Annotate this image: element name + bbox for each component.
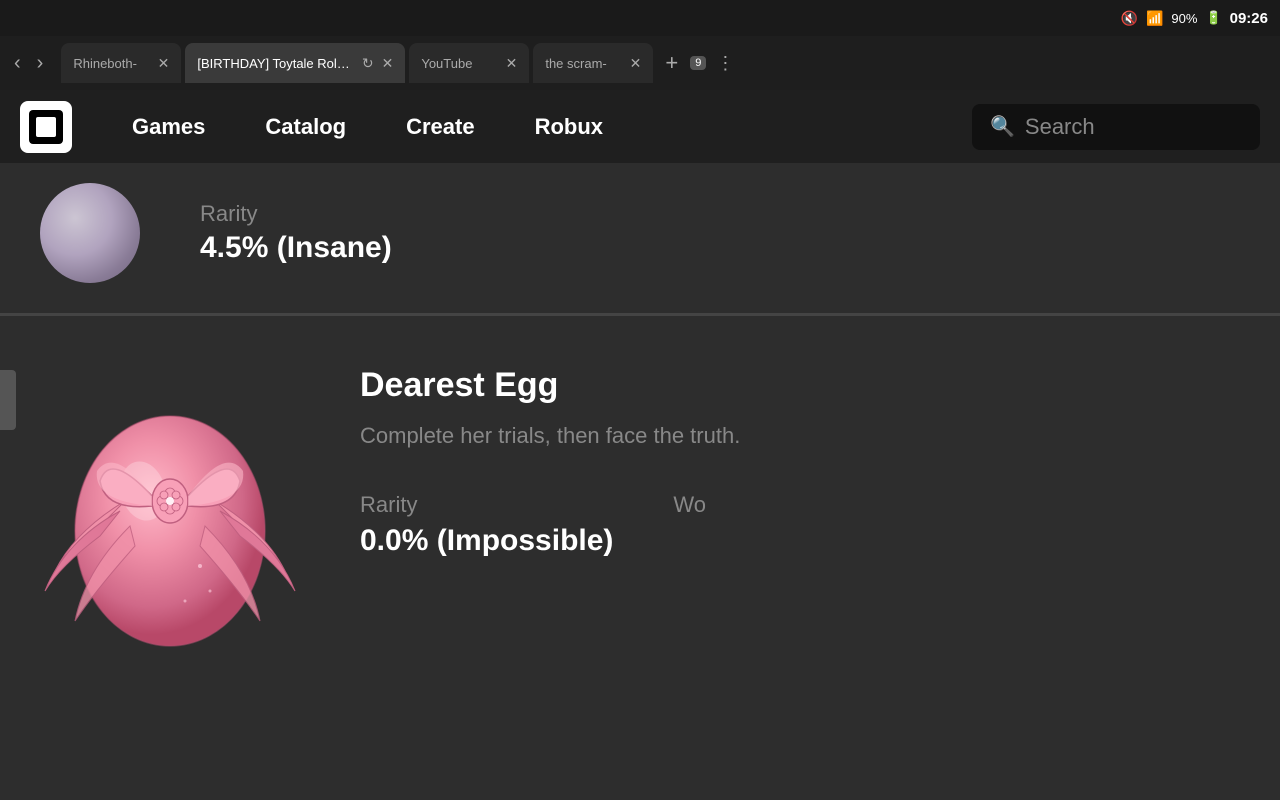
battery-icon: 90% — [1171, 11, 1197, 26]
rarity-stat-value: 0.0% (Impossible) — [360, 524, 613, 558]
tab-youtube-label: YouTube — [421, 56, 497, 71]
main-item: Dearest Egg Complete her trials, then fa… — [0, 316, 1280, 716]
rarity-stat: Rarity 0.0% (Impossible) — [360, 492, 613, 558]
nav-games[interactable]: Games — [102, 114, 235, 140]
top-item-info: Rarity 4.5% (Insane) — [180, 201, 1280, 265]
item-stats: Rarity 0.0% (Impossible) Wo — [360, 492, 1260, 558]
search-box[interactable]: 🔍 Search — [972, 104, 1260, 150]
search-icon: 🔍 — [990, 114, 1015, 139]
browser-menu-button[interactable]: ⋮ — [710, 49, 740, 78]
top-rarity-value: 4.5% (Insane) — [200, 231, 1280, 265]
side-handle[interactable] — [0, 370, 16, 430]
tab-scram[interactable]: the scram- ✕ — [533, 43, 653, 83]
tab-toytale-label: [BIRTHDAY] Toytale Roleplay – — [197, 56, 354, 71]
tab-scram-close[interactable]: ✕ — [630, 55, 642, 72]
tab-rhineboth-close[interactable]: ✕ — [158, 55, 170, 72]
roblox-logo[interactable] — [20, 101, 72, 153]
search-placeholder: Search — [1025, 114, 1095, 140]
nav-create[interactable]: Create — [376, 114, 504, 140]
tab-youtube-close[interactable]: ✕ — [506, 55, 518, 72]
top-item: Rarity 4.5% (Insane) — [0, 163, 1280, 314]
dearest-egg-svg — [25, 371, 315, 661]
roblox-logo-inner — [36, 117, 56, 137]
back-button[interactable]: ‹ — [8, 48, 27, 79]
main-item-info: Dearest Egg Complete her trials, then fa… — [340, 346, 1280, 558]
tab-rhineboth-label: Rhineboth- — [73, 56, 149, 71]
extra-stat: Wo — [673, 492, 706, 558]
rarity-stat-label: Rarity — [360, 492, 613, 518]
tab-toytale-reload[interactable]: ↻ — [362, 55, 374, 72]
wifi-icon: 📶 — [1146, 10, 1163, 27]
top-rarity-label: Rarity — [200, 201, 1280, 227]
nav-arrows: ‹ › — [8, 48, 49, 79]
extra-stat-label: Wo — [673, 492, 706, 518]
tab-bar: ‹ › Rhineboth- ✕ [BIRTHDAY] Toytale Role… — [0, 36, 1280, 90]
roblox-logo-shape — [29, 110, 63, 144]
tab-rhineboth[interactable]: Rhineboth- ✕ — [61, 43, 181, 83]
forward-button[interactable]: › — [31, 48, 50, 79]
tab-youtube[interactable]: YouTube ✕ — [409, 43, 529, 83]
battery-bar-icon: 🔋 — [1205, 10, 1221, 26]
top-item-image — [0, 173, 180, 293]
moon-image — [40, 183, 140, 283]
nav-robux[interactable]: Robux — [505, 114, 633, 140]
mute-icon: 🔇 — [1121, 10, 1138, 27]
item-name: Dearest Egg — [360, 366, 1260, 405]
nav-links: Games Catalog Create Robux — [102, 114, 972, 140]
status-time: 09:26 — [1230, 10, 1268, 27]
tab-count-badge: 9 — [690, 56, 706, 70]
content-area: Rarity 4.5% (Insane) — [0, 163, 1280, 716]
new-tab-button[interactable]: + — [657, 46, 686, 80]
tab-toytale[interactable]: [BIRTHDAY] Toytale Roleplay – ↻ ✕ — [185, 43, 405, 83]
nav-catalog[interactable]: Catalog — [235, 114, 376, 140]
tab-toytale-close[interactable]: ✕ — [382, 55, 394, 72]
tab-scram-label: the scram- — [545, 56, 621, 71]
roblox-navbar: Games Catalog Create Robux 🔍 Search — [0, 90, 1280, 163]
main-item-image — [0, 346, 340, 686]
item-description: Complete her trials, then face the truth… — [360, 421, 1260, 452]
status-icons: 🔇 📶 90% 🔋 09:26 — [1121, 10, 1268, 27]
status-bar: 🔇 📶 90% 🔋 09:26 — [0, 0, 1280, 36]
